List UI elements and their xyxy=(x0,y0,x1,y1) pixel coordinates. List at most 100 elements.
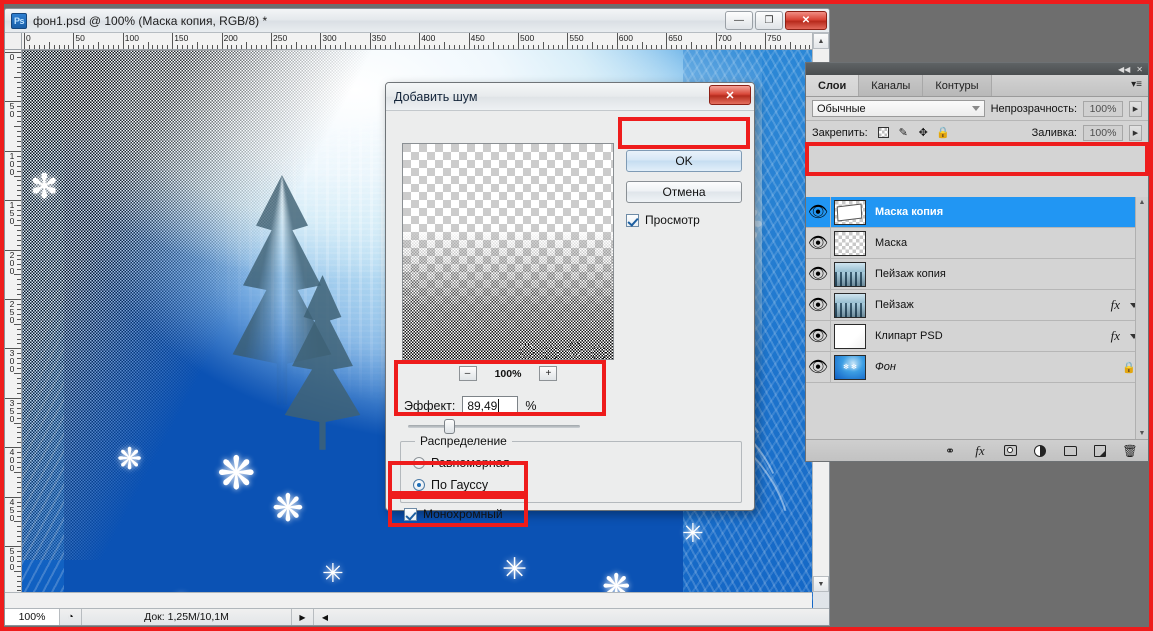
ruler-label: 700 xyxy=(717,33,732,43)
zoom-level-field[interactable]: 100% xyxy=(5,609,60,625)
dialog-close-button[interactable]: ✕ xyxy=(709,85,751,105)
layer-row-peyzazh-kopiya[interactable]: 👁 Пейзаж копия xyxy=(806,259,1148,290)
preview-checkbox-box[interactable] xyxy=(626,213,639,227)
vertical-ruler[interactable]: 0 50 100 150 200 250 300 350 400 450 500 xyxy=(5,50,22,610)
ruler-tick xyxy=(621,45,623,49)
panel-close-icon[interactable]: ✕ xyxy=(1136,65,1143,74)
radio-uniform-dot[interactable] xyxy=(413,457,425,469)
radio-uniform[interactable]: Равномерная xyxy=(413,456,510,470)
opacity-value[interactable]: 100% xyxy=(1083,100,1123,117)
preview-checkbox[interactable]: Просмотр xyxy=(626,213,700,227)
ruler-tick xyxy=(231,45,233,49)
layer-visibility-toggle[interactable]: 👁 xyxy=(806,290,831,320)
ruler-tick xyxy=(582,45,584,49)
fill-value[interactable]: 100% xyxy=(1083,124,1123,141)
layer-thumbnail[interactable] xyxy=(834,199,866,225)
radio-gaussian-dot[interactable] xyxy=(413,479,425,491)
layer-thumbnail[interactable] xyxy=(834,354,866,380)
scroll-down-arrow[interactable]: ▼ xyxy=(813,576,829,592)
radio-gaussian[interactable]: По Гауссу xyxy=(413,478,488,492)
layer-row-peyzazh[interactable]: 👁 Пейзаж fx xyxy=(806,290,1148,321)
fill-stepper-arrow[interactable]: ▶ xyxy=(1129,124,1142,141)
tab-paths[interactable]: Контуры xyxy=(923,75,992,96)
ruler-tick xyxy=(17,190,21,192)
scroll-down-arrow[interactable]: ▼ xyxy=(1139,430,1146,437)
collapse-icon[interactable]: ◀◀ xyxy=(1118,65,1130,74)
maximize-button[interactable]: ❐ xyxy=(755,11,783,30)
lock-move-icon[interactable]: ✥ xyxy=(917,126,930,139)
close-button[interactable]: ✕ xyxy=(785,11,827,30)
ruler-tick xyxy=(17,229,21,231)
ok-button[interactable]: OK xyxy=(626,150,742,172)
ruler-tick xyxy=(17,160,21,162)
adjustment-layer-icon[interactable] xyxy=(1032,443,1048,459)
effect-input[interactable]: 89,49 xyxy=(462,396,519,415)
fx-icon[interactable]: fx xyxy=(1111,328,1120,344)
document-title: фон1.psd @ 100% (Маска копия, RGB/8) * xyxy=(33,13,268,28)
snowflake-icon: ✳ xyxy=(682,518,704,548)
layer-row-maska-kopiya[interactable]: 👁 Маска копия xyxy=(806,197,1148,228)
ruler-tick xyxy=(17,481,21,483)
monochrome-checkbox-box[interactable] xyxy=(404,507,417,521)
ruler-label: 200 xyxy=(223,33,238,43)
ruler-tick xyxy=(374,45,376,49)
layer-effects-indicator[interactable]: fx xyxy=(1111,328,1138,344)
lock-all-icon[interactable]: 🔒 xyxy=(936,126,950,139)
noise-preview[interactable] xyxy=(402,143,614,360)
lock-paint-brush-icon[interactable]: ✎ xyxy=(897,126,910,139)
minimize-button[interactable]: — xyxy=(725,11,753,30)
add-style-fx-icon[interactable]: fx xyxy=(972,443,988,459)
scroll-up-arrow[interactable]: ▲ xyxy=(813,33,829,49)
ruler-tick xyxy=(17,289,21,291)
add-mask-icon[interactable] xyxy=(1002,443,1018,459)
panel-menu-icon[interactable]: ▾≡ xyxy=(1131,79,1142,90)
blend-mode-select[interactable]: Обычные xyxy=(812,100,985,117)
dialog-title-bar[interactable]: Добавить шум ✕ xyxy=(386,83,754,111)
layer-thumbnail[interactable] xyxy=(834,261,866,287)
layer-effects-indicator[interactable]: fx xyxy=(1111,297,1138,313)
monochrome-checkbox[interactable]: Монохромный xyxy=(404,507,503,521)
layers-list[interactable]: 👁 Маска копия 👁 Маска 👁 Пейзаж копия 👁 П… xyxy=(806,197,1148,439)
ruler-label: 300 xyxy=(322,33,337,43)
horizontal-ruler[interactable]: 0 50 100 150 200 250 300 350 400 450 500 550 600 650 7… xyxy=(22,33,813,50)
ruler-tick xyxy=(28,45,30,49)
effect-slider-thumb[interactable] xyxy=(444,419,455,434)
history-clock-icon[interactable]: ◔ xyxy=(60,609,82,625)
link-layers-icon[interactable]: ⚭ xyxy=(942,443,958,459)
layer-row-klipart-psd[interactable]: 👁 Клипарт PSD fx xyxy=(806,321,1148,352)
delete-layer-icon[interactable]: 🗑 xyxy=(1122,443,1138,459)
ruler-tick xyxy=(177,45,179,49)
preview-zoom-controls: – 100% + xyxy=(402,366,614,381)
layer-visibility-toggle[interactable]: 👁 xyxy=(806,352,831,382)
ruler-tick xyxy=(17,219,21,221)
new-group-icon[interactable] xyxy=(1062,443,1078,459)
scroll-up-arrow[interactable]: ▲ xyxy=(1139,199,1146,206)
cancel-button[interactable]: Отмена xyxy=(626,181,742,203)
layer-thumbnail[interactable] xyxy=(834,323,866,349)
ruler-tick xyxy=(478,45,480,49)
tab-channels[interactable]: Каналы xyxy=(859,75,924,96)
layer-visibility-toggle[interactable]: 👁 xyxy=(806,197,831,227)
zoom-in-button[interactable]: + xyxy=(539,366,558,381)
effect-slider[interactable] xyxy=(408,419,580,434)
layer-row-fon[interactable]: 👁 Фон 🔒 xyxy=(806,352,1148,383)
status-left-arrow[interactable]: ◀ xyxy=(314,609,336,625)
canvas-horizontal-scrollbar[interactable] xyxy=(5,592,812,609)
lock-transparency-icon[interactable] xyxy=(877,126,890,139)
ruler-corner[interactable] xyxy=(5,33,22,50)
fx-icon[interactable]: fx xyxy=(1111,297,1120,313)
zoom-out-button[interactable]: – xyxy=(458,366,477,381)
layers-scrollbar[interactable]: ▲ ▼ xyxy=(1135,197,1148,439)
layer-visibility-toggle[interactable]: 👁 xyxy=(806,259,831,289)
opacity-stepper-arrow[interactable]: ▶ xyxy=(1129,100,1142,117)
layer-row-maska[interactable]: 👁 Маска xyxy=(806,228,1148,259)
new-layer-icon[interactable] xyxy=(1092,443,1108,459)
document-title-bar[interactable]: Ps фон1.psd @ 100% (Маска копия, RGB/8) … xyxy=(5,9,829,33)
layer-visibility-toggle[interactable]: 👁 xyxy=(806,321,831,351)
status-expand-arrow[interactable]: ▶ xyxy=(292,609,314,625)
layer-thumbnail[interactable] xyxy=(834,230,866,256)
layer-visibility-toggle[interactable]: 👁 xyxy=(806,228,831,258)
tab-layers[interactable]: Слои xyxy=(806,75,860,96)
layer-thumbnail[interactable] xyxy=(834,292,866,318)
ruler-tick xyxy=(17,368,21,370)
